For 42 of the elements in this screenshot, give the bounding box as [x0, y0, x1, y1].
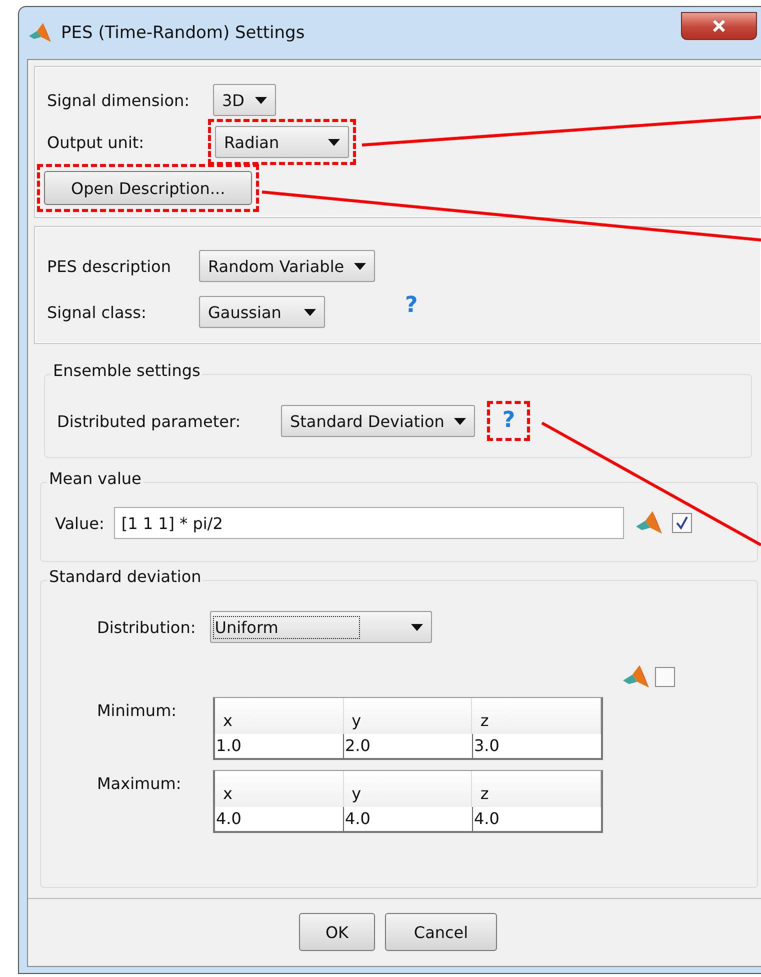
column-header: z	[472, 698, 602, 734]
column-header: z	[472, 771, 602, 807]
dialog-button[interactable]: Cancel	[385, 913, 497, 951]
table-cell[interactable]: 4.0	[343, 807, 472, 831]
table-cell[interactable]: 2.0	[343, 734, 472, 758]
dialog-button[interactable]: OK	[299, 913, 375, 951]
column-header: x	[215, 771, 344, 807]
help-icon[interactable]: ?	[502, 410, 516, 432]
distribution-dropdown[interactable]: Uniform	[210, 611, 432, 643]
field-label: Minimum:	[97, 700, 178, 720]
field-label: PES description	[47, 256, 172, 276]
group-title: Ensemble settings	[51, 361, 202, 380]
description-dropdown[interactable]: Random Variable	[199, 250, 376, 282]
field-label: Output unit:	[47, 132, 146, 152]
checkbox[interactable]	[672, 513, 692, 533]
peak-logo-icon	[29, 23, 51, 43]
unit-dropdown[interactable]: Radian	[215, 126, 349, 158]
table-cell[interactable]: 1.0	[215, 734, 343, 758]
checkbox[interactable]	[655, 667, 675, 687]
peak-logo-icon	[636, 511, 662, 535]
open-description-button[interactable]: Open Description...	[44, 171, 252, 205]
help-icon[interactable]: ?	[405, 295, 418, 317]
window-title: PES (Time-Random) Settings	[61, 23, 305, 43]
table-cell[interactable]: 3.0	[472, 734, 601, 758]
parameter-dropdown[interactable]: Standard Deviation	[281, 405, 476, 437]
close-icon	[712, 20, 726, 32]
field-label: Signal class:	[47, 302, 148, 322]
column-header: y	[344, 771, 472, 807]
column-header: y	[344, 698, 472, 734]
field-label: Signal dimension:	[47, 90, 191, 110]
table-cell[interactable]: 4.0	[215, 807, 343, 831]
peak-logo-icon	[623, 665, 649, 689]
value-field[interactable]: [1 1 1] * pi/2	[114, 507, 624, 539]
close-button[interactable]	[681, 12, 757, 40]
column-header: x	[215, 698, 344, 734]
dimension-dropdown[interactable]: 3D	[213, 84, 276, 116]
field-label: Distribution:	[97, 618, 196, 636]
field-label: Maximum:	[97, 773, 182, 793]
table-cell[interactable]: 4.0	[472, 807, 601, 831]
class-dropdown[interactable]: Gaussian	[199, 296, 325, 328]
field-label: Value:	[55, 514, 104, 532]
field-label: Distributed parameter:	[57, 412, 242, 430]
